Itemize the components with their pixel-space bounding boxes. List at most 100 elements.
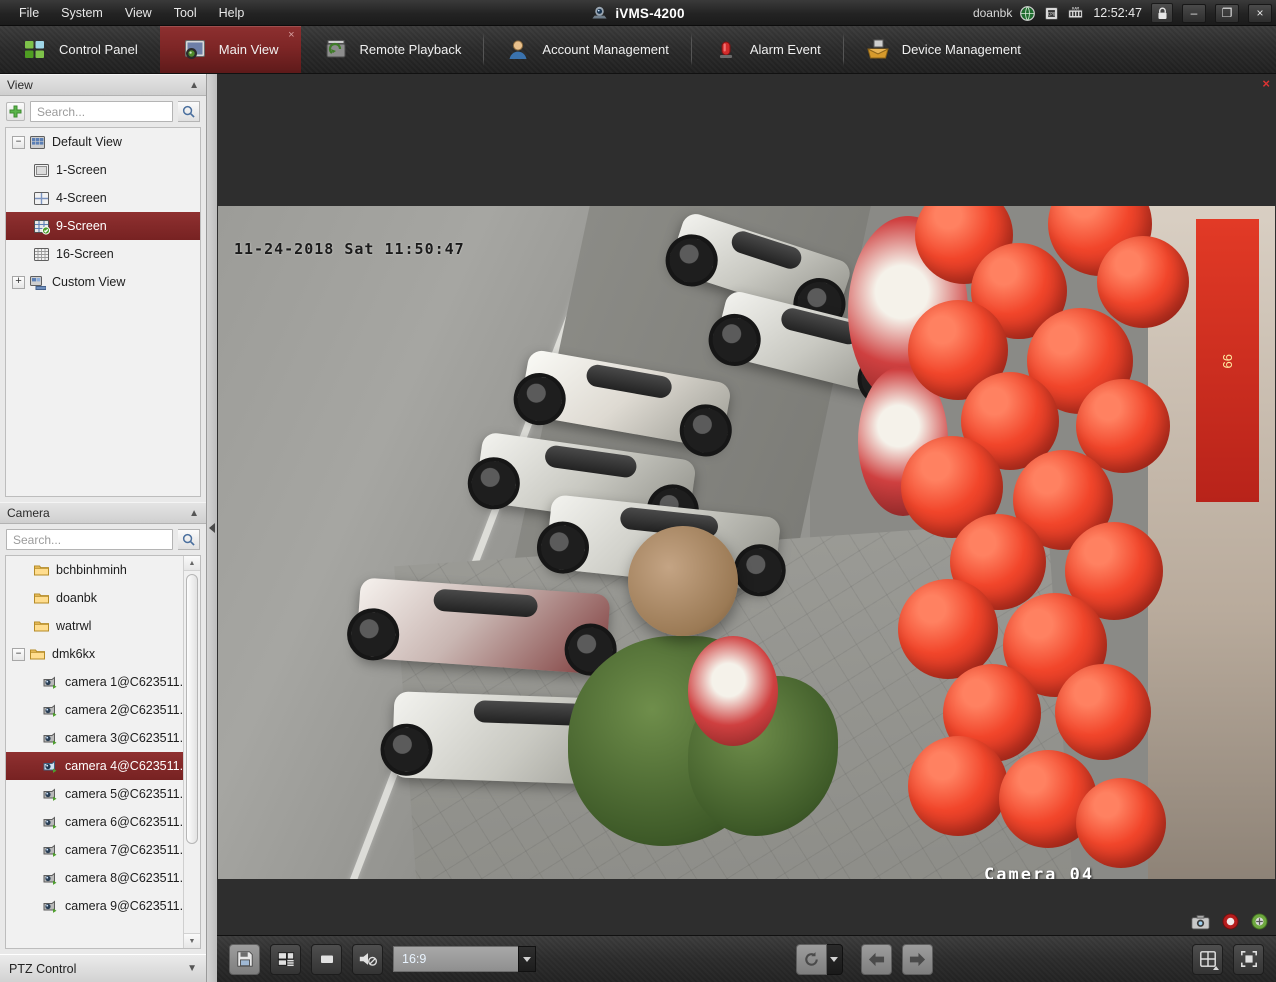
previous-button[interactable] xyxy=(860,943,892,975)
aspect-ratio-value[interactable]: 16:9 xyxy=(393,946,518,972)
tree-row-camera-5[interactable]: camera 5@C623511... xyxy=(6,780,183,808)
menu-item-file[interactable]: File xyxy=(8,3,50,23)
menu-item-tool[interactable]: Tool xyxy=(163,3,208,23)
tree-row-camera-1[interactable]: camera 1@C623511... xyxy=(6,668,183,696)
video-display-area[interactable]: × 99 11-24-2018 Sat 11:50:47 Camera 04 xyxy=(217,74,1276,935)
menu-item-system[interactable]: System xyxy=(50,3,114,23)
alarm-event-icon xyxy=(719,41,732,58)
view-search-button[interactable] xyxy=(178,101,200,122)
close-window-icon[interactable]: × xyxy=(1262,77,1270,90)
minimize-button[interactable]: – xyxy=(1182,3,1206,23)
tree-row-label: camera 9@C623511... xyxy=(65,899,183,913)
tree-row-bchbinhminh[interactable]: bchbinhminh xyxy=(6,556,183,584)
app-title: iVMS-4200 xyxy=(615,5,685,21)
menu-item-help[interactable]: Help xyxy=(208,3,256,23)
camera-tree-scrollbar[interactable]: ▲ ▼ xyxy=(183,556,200,948)
tree-row-camera-6[interactable]: camera 6@C623511... xyxy=(6,808,183,836)
cpu-meter-icon[interactable]: CPU xyxy=(1043,5,1060,22)
aspect-ratio-dropdown-button[interactable] xyxy=(518,946,536,972)
view-search-box[interactable] xyxy=(30,101,173,122)
tab-main-view[interactable]: Main View × xyxy=(159,26,301,73)
video-stream-frame[interactable]: 99 11-24-2018 Sat 11:50:47 Camera 04 xyxy=(218,206,1275,879)
window-division-button[interactable] xyxy=(1192,943,1223,975)
chevron-up-icon[interactable]: ▲ xyxy=(189,508,199,519)
sidebar-splitter[interactable] xyxy=(207,74,217,982)
tree-row-9-screen[interactable]: 9-Screen xyxy=(6,212,200,240)
tab-device-management[interactable]: Device Management xyxy=(842,26,1043,73)
video-overlay-toolbar[interactable] xyxy=(1191,913,1268,930)
tab-control-panel[interactable]: Control Panel xyxy=(0,26,160,73)
expander-icon[interactable]: – xyxy=(12,135,25,149)
view-search-input[interactable] xyxy=(37,104,166,119)
tree-row-doanbk[interactable]: doanbk xyxy=(6,584,183,612)
tab-label: Alarm Event xyxy=(749,42,821,57)
stop-all-button[interactable] xyxy=(311,943,342,975)
close-button[interactable]: × xyxy=(1248,3,1272,23)
camera-search-input[interactable] xyxy=(13,532,166,547)
tree-row-dmk6kx[interactable]: – dmk6kx xyxy=(6,640,183,668)
camera-search-button[interactable] xyxy=(178,529,200,550)
save-view-button[interactable] xyxy=(229,943,260,975)
tab-account-management[interactable]: Account Management xyxy=(483,26,690,73)
menu-item-view[interactable]: View xyxy=(114,3,163,23)
main-view-icon xyxy=(184,39,205,59)
auto-switch-dropdown-button[interactable] xyxy=(826,943,843,975)
aspect-ratio-select[interactable]: 16:9 xyxy=(393,946,536,972)
ptz-control-title: PTZ Control xyxy=(9,961,77,976)
fullscreen-button[interactable] xyxy=(1233,943,1264,975)
scrollbar-thumb[interactable] xyxy=(186,574,198,844)
layout-button[interactable] xyxy=(270,943,301,975)
fullscreen-icon xyxy=(1240,951,1257,967)
tree-row-16-screen[interactable]: 16-Screen xyxy=(6,240,200,268)
restore-button[interactable]: ❐ xyxy=(1215,3,1239,23)
tree-row-watrwl[interactable]: watrwl xyxy=(6,612,183,640)
tab-label: Remote Playback xyxy=(359,42,462,57)
playback-toolbar: 16:9 xyxy=(217,935,1276,982)
add-view-button[interactable] xyxy=(6,102,25,121)
collapse-sidebar-icon[interactable] xyxy=(209,523,215,533)
chevron-down-icon[interactable]: ▼ xyxy=(187,963,197,974)
mute-button[interactable] xyxy=(352,943,383,975)
chevron-up-icon[interactable]: ▲ xyxy=(189,80,199,91)
tree-row-custom-view[interactable]: + Custom View xyxy=(6,268,200,296)
tab-remote-playback[interactable]: Remote Playback xyxy=(301,26,484,73)
tree-row-camera-8[interactable]: camera 8@C623511... xyxy=(6,864,183,892)
refresh-icon xyxy=(804,951,818,966)
camera-icon xyxy=(43,815,57,829)
tree-row-label: Custom View xyxy=(52,275,126,289)
record-icon[interactable] xyxy=(1222,913,1239,930)
tree-row-label: watrwl xyxy=(56,619,92,633)
tree-row-camera-2[interactable]: camera 2@C623511... xyxy=(6,696,183,724)
tree-row-camera-4[interactable]: camera 4@C623511... xyxy=(6,752,183,780)
tree-row-camera-7[interactable]: camera 7@C623511... xyxy=(6,836,183,864)
tab-alarm-event[interactable]: Alarm Event xyxy=(690,26,843,73)
tree-row-default-view[interactable]: – Default View xyxy=(6,128,200,156)
capture-icon[interactable] xyxy=(1191,914,1210,930)
expander-icon[interactable]: – xyxy=(12,647,25,661)
ptz-icon[interactable] xyxy=(1251,913,1268,930)
ram-meter-icon[interactable]: RAM xyxy=(1067,5,1084,22)
video-window[interactable]: 99 11-24-2018 Sat 11:50:47 Camera 04 xyxy=(217,74,1276,935)
tree-row-camera-3[interactable]: camera 3@C623511... xyxy=(6,724,183,752)
scroll-up-button[interactable]: ▲ xyxy=(184,556,200,571)
globe-icon[interactable] xyxy=(1019,5,1036,22)
tree-row-1-screen[interactable]: 1-Screen xyxy=(6,156,200,184)
scroll-down-button[interactable]: ▼ xyxy=(184,933,200,948)
expander-icon[interactable]: + xyxy=(12,275,25,289)
view-panel-header[interactable]: View ▲ xyxy=(0,74,206,96)
lock-button[interactable] xyxy=(1151,3,1173,23)
camera-search-box[interactable] xyxy=(6,529,173,550)
tree-row-label: camera 4@C623511... xyxy=(65,759,183,773)
tree-row-4-screen[interactable]: 4-Screen xyxy=(6,184,200,212)
lock-icon xyxy=(1157,7,1167,19)
camera-tree[interactable]: bchbinhminh doanbk watrwl – dmk6kx camer… xyxy=(5,555,201,949)
ptz-control-header[interactable]: PTZ Control ▼ xyxy=(0,954,206,982)
view-tree[interactable]: – Default View 1-Screen 4-Screen 9-Scree… xyxy=(5,127,201,497)
camera-icon xyxy=(43,871,57,885)
search-icon xyxy=(182,533,195,546)
tree-row-camera-9[interactable]: camera 9@C623511... xyxy=(6,892,183,920)
auto-switch-button[interactable] xyxy=(795,943,827,975)
next-button[interactable] xyxy=(901,943,933,975)
camera-panel-header[interactable]: Camera ▲ xyxy=(0,502,206,524)
tab-close-icon[interactable]: × xyxy=(288,30,294,41)
